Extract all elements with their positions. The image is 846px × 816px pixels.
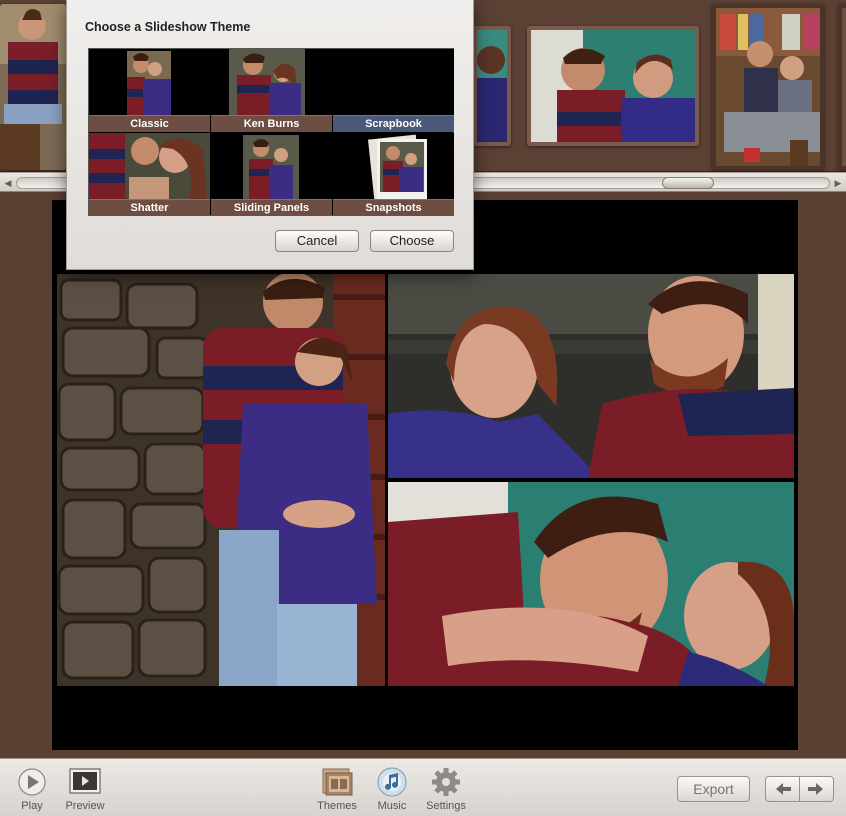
music-label: Music: [377, 800, 407, 812]
themes-button[interactable]: Themes: [312, 767, 362, 812]
slide-photo[interactable]: [388, 274, 794, 478]
filmstrip-thumbnail[interactable]: [838, 4, 846, 170]
slide-photo[interactable]: [388, 482, 794, 686]
theme-preview: [89, 49, 210, 115]
filmstrip-thumbnail[interactable]: [712, 4, 824, 170]
theme-label: Ken Burns: [211, 115, 332, 132]
previous-slide-button[interactable]: [766, 777, 800, 801]
scroll-right-icon[interactable]: ▶: [833, 177, 843, 189]
theme-label: Shatter: [89, 199, 210, 216]
theme-grid: Classic Ken Burns Scrapbook Shatter Slid…: [88, 48, 454, 216]
export-button[interactable]: Export: [677, 776, 750, 802]
choose-theme-dialog: Choose a Slideshow Theme Classic Ken Bur…: [66, 0, 474, 270]
filmstrip-thumbnail[interactable]: [0, 4, 66, 170]
settings-label: Settings: [426, 800, 466, 812]
slide-navigation: [765, 776, 834, 802]
bottom-toolbar: Play Preview Themes Music Settings Expor…: [0, 758, 846, 816]
theme-scrapbook[interactable]: Scrapbook: [333, 49, 454, 132]
gear-icon: [432, 768, 460, 796]
music-icon: [377, 767, 407, 797]
theme-preview: [333, 49, 454, 115]
theme-preview: [211, 49, 332, 115]
theme-shatter[interactable]: Shatter: [89, 133, 210, 216]
theme-sliding-panels[interactable]: Sliding Panels: [211, 133, 332, 216]
arrow-left-icon: [776, 783, 791, 795]
music-button[interactable]: Music: [372, 767, 412, 812]
arrow-right-icon: [808, 783, 823, 795]
theme-preview: [211, 133, 332, 199]
play-label: Play: [21, 800, 43, 812]
filmstrip-thumbnail[interactable]: [527, 26, 699, 146]
theme-preview: [89, 133, 210, 199]
scroll-thumb[interactable]: [662, 177, 714, 189]
theme-classic[interactable]: Classic: [89, 49, 210, 132]
themes-icon: [322, 768, 353, 796]
dialog-title: Choose a Slideshow Theme: [85, 20, 251, 34]
theme-label: Snapshots: [333, 199, 454, 216]
theme-label: Classic: [89, 115, 210, 132]
slide-canvas: [52, 200, 798, 750]
play-icon: [18, 768, 46, 796]
play-button[interactable]: Play: [13, 767, 51, 812]
preview-icon: [69, 768, 101, 794]
theme-label: Scrapbook: [333, 115, 454, 132]
cancel-button[interactable]: Cancel: [275, 230, 359, 252]
scroll-left-icon[interactable]: ◀: [3, 177, 13, 189]
themes-label: Themes: [317, 800, 357, 812]
theme-label: Sliding Panels: [211, 199, 332, 216]
slide-photo[interactable]: [57, 274, 385, 686]
preview-button[interactable]: Preview: [60, 767, 110, 812]
next-slide-button[interactable]: [799, 777, 833, 801]
theme-ken-burns[interactable]: Ken Burns: [211, 49, 332, 132]
theme-preview: [333, 133, 454, 199]
choose-button[interactable]: Choose: [370, 230, 454, 252]
settings-button[interactable]: Settings: [420, 767, 472, 812]
slide-stage: [0, 192, 846, 758]
filmstrip-thumbnail[interactable]: [473, 26, 511, 146]
preview-label: Preview: [65, 800, 105, 812]
theme-snapshots[interactable]: Snapshots: [333, 133, 454, 216]
